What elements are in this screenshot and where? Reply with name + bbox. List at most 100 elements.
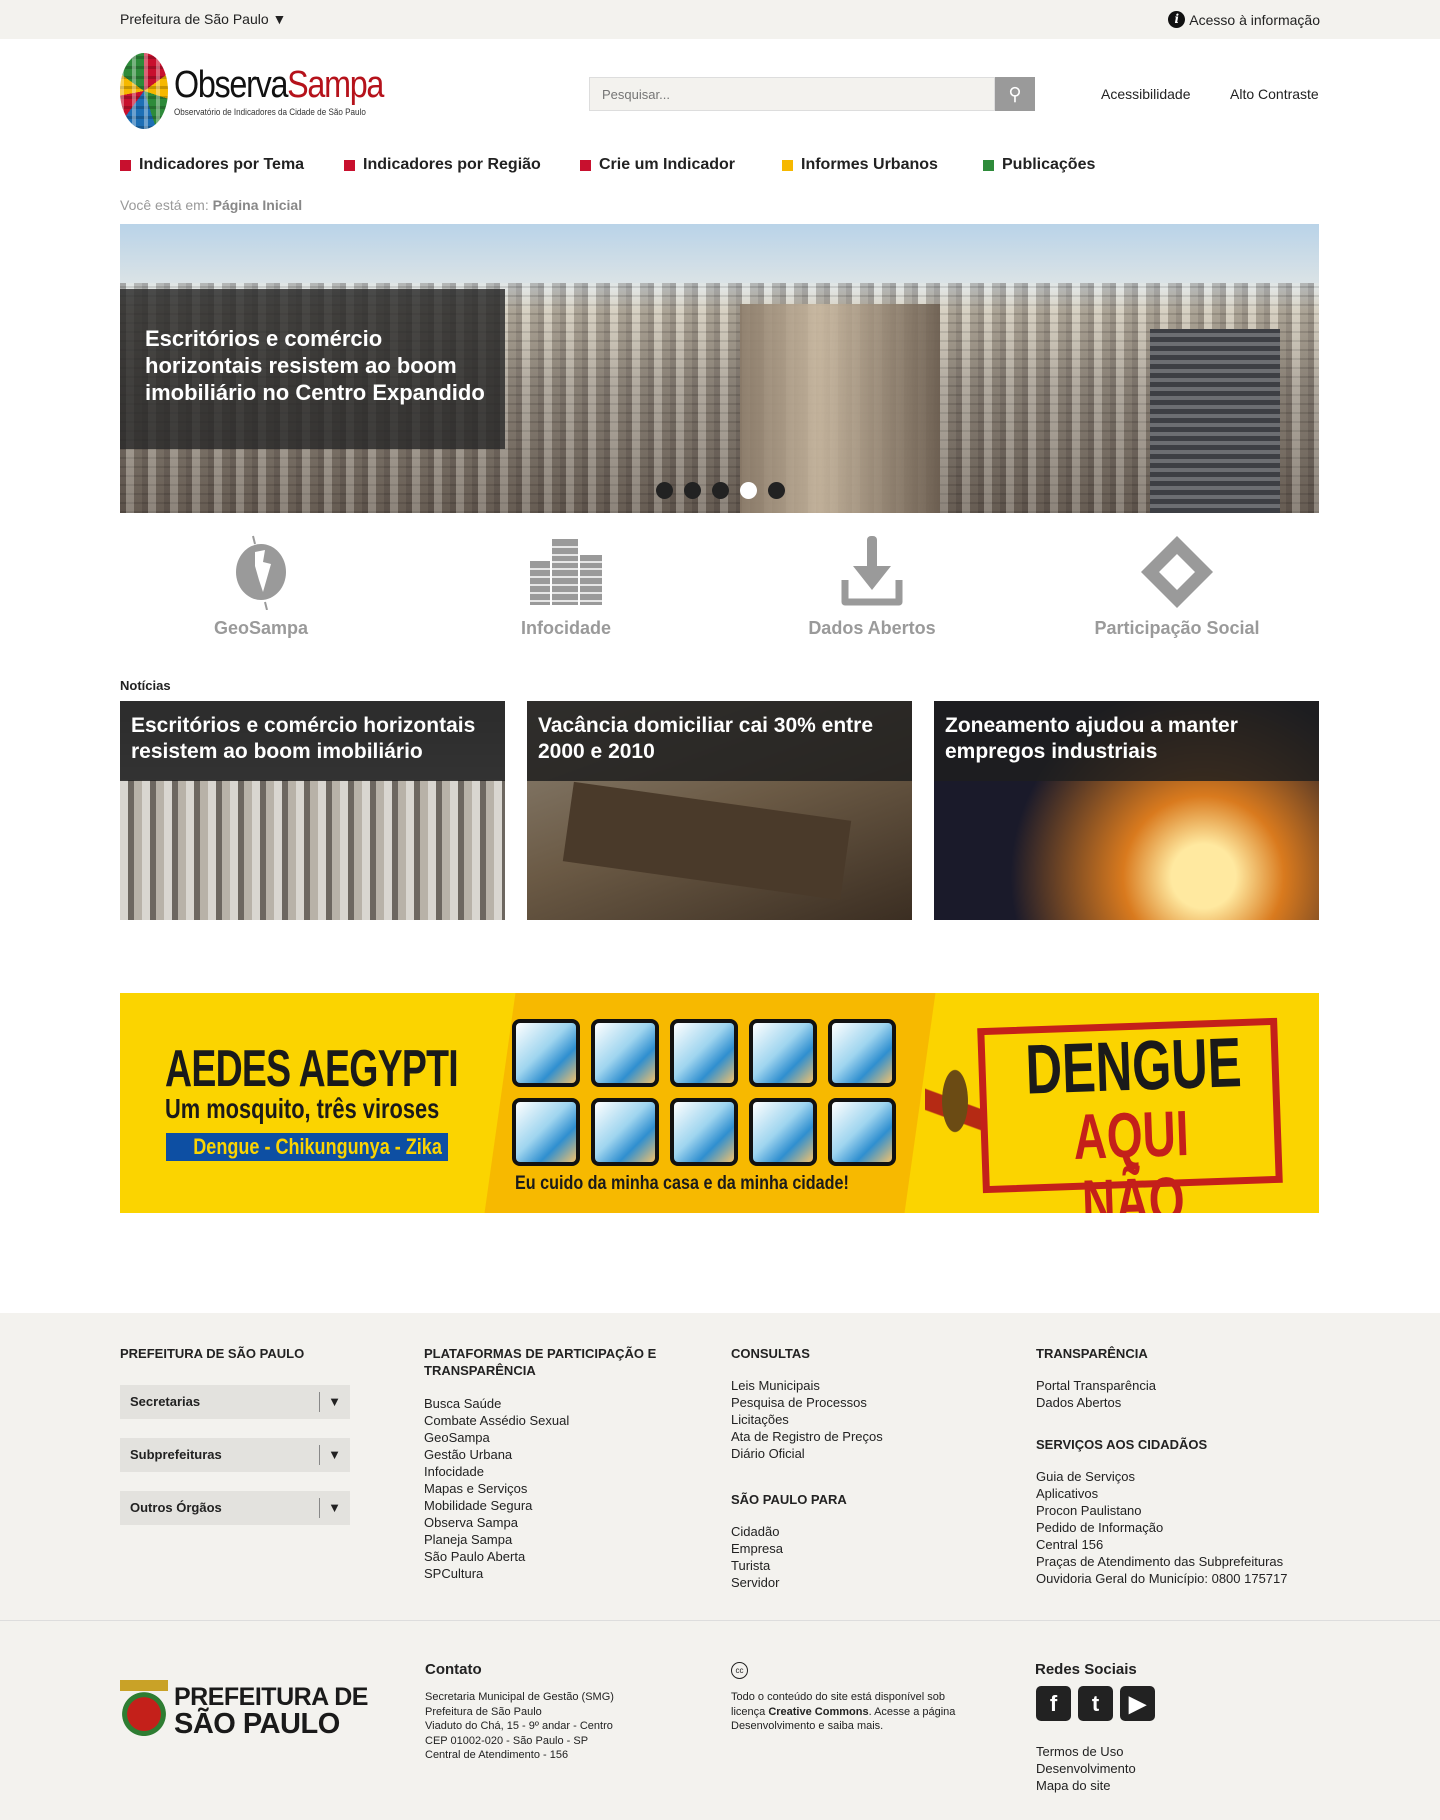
prefeitura-logo[interactable]: PREFEITURA DE SÃO PAULO bbox=[120, 1680, 368, 1742]
logo-globe-icon bbox=[120, 53, 168, 129]
youtube-icon[interactable]: ▶ bbox=[1120, 1686, 1155, 1721]
footer-link[interactable]: Turista bbox=[731, 1557, 783, 1574]
contact-line: Central de Atendimento - 156 bbox=[425, 1749, 569, 1761]
footer-link[interactable]: Planeja Sampa bbox=[424, 1531, 569, 1548]
footer-link[interactable]: Aplicativos bbox=[1036, 1485, 1288, 1502]
footer-link[interactable]: Busca Saúde bbox=[424, 1395, 569, 1412]
logo-line: PREFEITURA DE bbox=[174, 1683, 368, 1711]
footer-link[interactable]: Ouvidoria Geral do Município: 0800 17571… bbox=[1036, 1570, 1288, 1587]
quicklink-geosampa[interactable]: GeoSampa bbox=[136, 534, 386, 639]
observasampa-logo[interactable]: ObservaSampa Observatório de Indicadores… bbox=[120, 52, 420, 130]
nav-square-icon bbox=[580, 159, 591, 171]
hero-title[interactable]: Escritórios e comércio horizontais resis… bbox=[145, 325, 495, 406]
nav-label: Indicadores por Região bbox=[363, 156, 541, 173]
top-bar: Prefeitura de São Paulo ▼ i Acesso à inf… bbox=[0, 0, 1440, 39]
dropdown-outros-orgaos[interactable]: Outros Órgãos ▼ bbox=[120, 1491, 350, 1525]
quicklink-label: Infocidade bbox=[520, 618, 611, 638]
creative-commons-icon: cc bbox=[731, 1662, 748, 1679]
footer-heading: TRANSPARÊNCIA bbox=[1036, 1346, 1148, 1361]
search-form: ⚲ bbox=[589, 77, 1035, 111]
footer-link[interactable]: Portal Transparência bbox=[1036, 1377, 1156, 1394]
dropdown-subprefeituras[interactable]: Subprefeituras ▼ bbox=[120, 1438, 350, 1472]
footer-link[interactable]: Pesquisa de Processos bbox=[731, 1394, 883, 1411]
dropdown-secretarias[interactable]: Secretarias ▼ bbox=[120, 1385, 350, 1419]
footer-link[interactable]: Servidor bbox=[731, 1574, 783, 1591]
footer-link[interactable]: Licitações bbox=[731, 1411, 883, 1428]
footer-link[interactable]: Gestão Urbana bbox=[424, 1446, 569, 1463]
search-icon: ⚲ bbox=[1008, 83, 1022, 104]
facebook-icon[interactable]: f bbox=[1036, 1686, 1071, 1721]
quicklink-dados-abertos[interactable]: Dados Abertos bbox=[747, 534, 997, 639]
breadcrumb: Você está em: Página Inicial bbox=[120, 197, 302, 213]
footer-link[interactable]: Infocidade bbox=[424, 1463, 569, 1480]
footer-heading: SÃO PAULO PARA bbox=[731, 1492, 847, 1507]
footer-links-plataformas: Busca Saúde Combate Assédio Sexual GeoSamp… bbox=[424, 1395, 569, 1582]
footer-link[interactable]: Cidadão bbox=[731, 1523, 783, 1540]
carousel-dot[interactable] bbox=[712, 482, 729, 499]
footer-link[interactable]: Praças de Atendimento das Subprefeituras bbox=[1036, 1553, 1288, 1570]
nav-square-icon bbox=[120, 159, 131, 171]
footer-link[interactable]: Mobilidade Segura bbox=[424, 1497, 569, 1514]
logo-line: SÃO PAULO bbox=[174, 1708, 340, 1740]
search-button[interactable]: ⚲ bbox=[995, 77, 1035, 111]
search-input[interactable] bbox=[589, 77, 995, 111]
banner-subhead: Um mosquito, três viroses bbox=[165, 1093, 440, 1124]
nav-crie-indicador[interactable]: Crie um Indicador bbox=[580, 156, 735, 174]
breadcrumb-prefix: Você está em: bbox=[120, 197, 209, 213]
carousel-dot[interactable] bbox=[768, 482, 785, 499]
nav-indicadores-tema[interactable]: Indicadores por Tema bbox=[120, 156, 304, 174]
footer-link[interactable]: Leis Municipais bbox=[731, 1377, 883, 1394]
twitter-icon[interactable]: t bbox=[1078, 1686, 1113, 1721]
carousel-dot[interactable] bbox=[656, 482, 673, 499]
banner-caption: Eu cuido da minha casa e da minha cidade… bbox=[515, 1173, 849, 1194]
acessibilidade-link[interactable]: Acessibilidade bbox=[1101, 86, 1191, 102]
carousel-dots bbox=[656, 482, 785, 499]
news-card[interactable]: Escritórios e comércio horizontais resis… bbox=[120, 701, 505, 920]
prevention-icon bbox=[749, 1098, 817, 1166]
prevention-icon bbox=[828, 1019, 896, 1087]
footer-link[interactable]: Mapas e Serviços bbox=[424, 1480, 569, 1497]
footer-link[interactable]: Observa Sampa bbox=[424, 1514, 569, 1531]
footer-link[interactable]: Termos de Uso bbox=[1036, 1743, 1136, 1760]
footer-link[interactable]: Dados Abertos bbox=[1036, 1394, 1156, 1411]
dropdown-label: Secretarias bbox=[130, 1394, 201, 1409]
carousel-dot[interactable] bbox=[684, 482, 701, 499]
prefeitura-menu[interactable]: Prefeitura de São Paulo ▼ bbox=[120, 11, 286, 27]
dengue-banner[interactable]: AEDES AEGYPTI Um mosquito, três viroses … bbox=[120, 993, 1319, 1213]
footer-link[interactable]: SPCultura bbox=[424, 1565, 569, 1582]
coat-of-arms-icon bbox=[120, 1680, 168, 1742]
prevention-icon bbox=[591, 1098, 659, 1166]
footer-link[interactable]: Diário Oficial bbox=[731, 1445, 883, 1462]
footer-heading: CONSULTAS bbox=[731, 1346, 810, 1361]
prevention-icons bbox=[512, 1019, 896, 1166]
carousel-dot-active[interactable] bbox=[740, 482, 757, 499]
footer-link[interactable]: GeoSampa bbox=[424, 1429, 569, 1446]
nav-publicacoes[interactable]: Publicações bbox=[983, 156, 1095, 174]
footer-link[interactable]: Desenvolvimento bbox=[1036, 1760, 1136, 1777]
creative-commons-link[interactable]: Creative Commons bbox=[768, 1706, 868, 1718]
footer-link[interactable]: Mapa do site bbox=[1036, 1777, 1136, 1794]
nav-indicadores-regiao[interactable]: Indicadores por Região bbox=[344, 156, 541, 174]
footer-link[interactable]: Central 156 bbox=[1036, 1536, 1288, 1553]
footer-link[interactable]: Ata de Registro de Preços bbox=[731, 1428, 883, 1445]
news-card[interactable]: Vacância domiciliar cai 30% entre 2000 e… bbox=[527, 701, 912, 920]
news-card[interactable]: Zoneamento ajudou a manter empregos indu… bbox=[934, 701, 1319, 920]
banner-headline: AEDES AEGYPTI bbox=[165, 1040, 459, 1098]
footer-link[interactable]: São Paulo Aberta bbox=[424, 1548, 569, 1565]
nav-informes-urbanos[interactable]: Informes Urbanos bbox=[782, 156, 938, 174]
news-title: Zoneamento ajudou a manter empregos indu… bbox=[934, 701, 1319, 781]
footer-link[interactable]: Procon Paulistano bbox=[1036, 1502, 1288, 1519]
footer-links-sao-paulo-para: Cidadão Empresa Turista Servidor bbox=[731, 1523, 783, 1591]
footer-heading: PREFEITURA DE SÃO PAULO bbox=[120, 1346, 305, 1361]
quicklink-participacao-social[interactable]: Participação Social bbox=[1052, 534, 1302, 639]
acesso-informacao-link[interactable]: i Acesso à informação bbox=[1168, 11, 1320, 28]
alto-contraste-link[interactable]: Alto Contraste bbox=[1230, 86, 1319, 102]
breadcrumb-current[interactable]: Página Inicial bbox=[213, 197, 302, 213]
footer-link[interactable]: Combate Assédio Sexual bbox=[424, 1412, 569, 1429]
prevention-icon bbox=[749, 1019, 817, 1087]
footer-link[interactable]: Pedido de Informação bbox=[1036, 1519, 1288, 1536]
footer-link[interactable]: Empresa bbox=[731, 1540, 783, 1557]
quicklink-infocidade[interactable]: Infocidade bbox=[441, 534, 691, 639]
footer-link[interactable]: Guia de Serviços bbox=[1036, 1468, 1288, 1485]
hero-carousel[interactable]: Escritórios e comércio horizontais resis… bbox=[120, 224, 1319, 513]
